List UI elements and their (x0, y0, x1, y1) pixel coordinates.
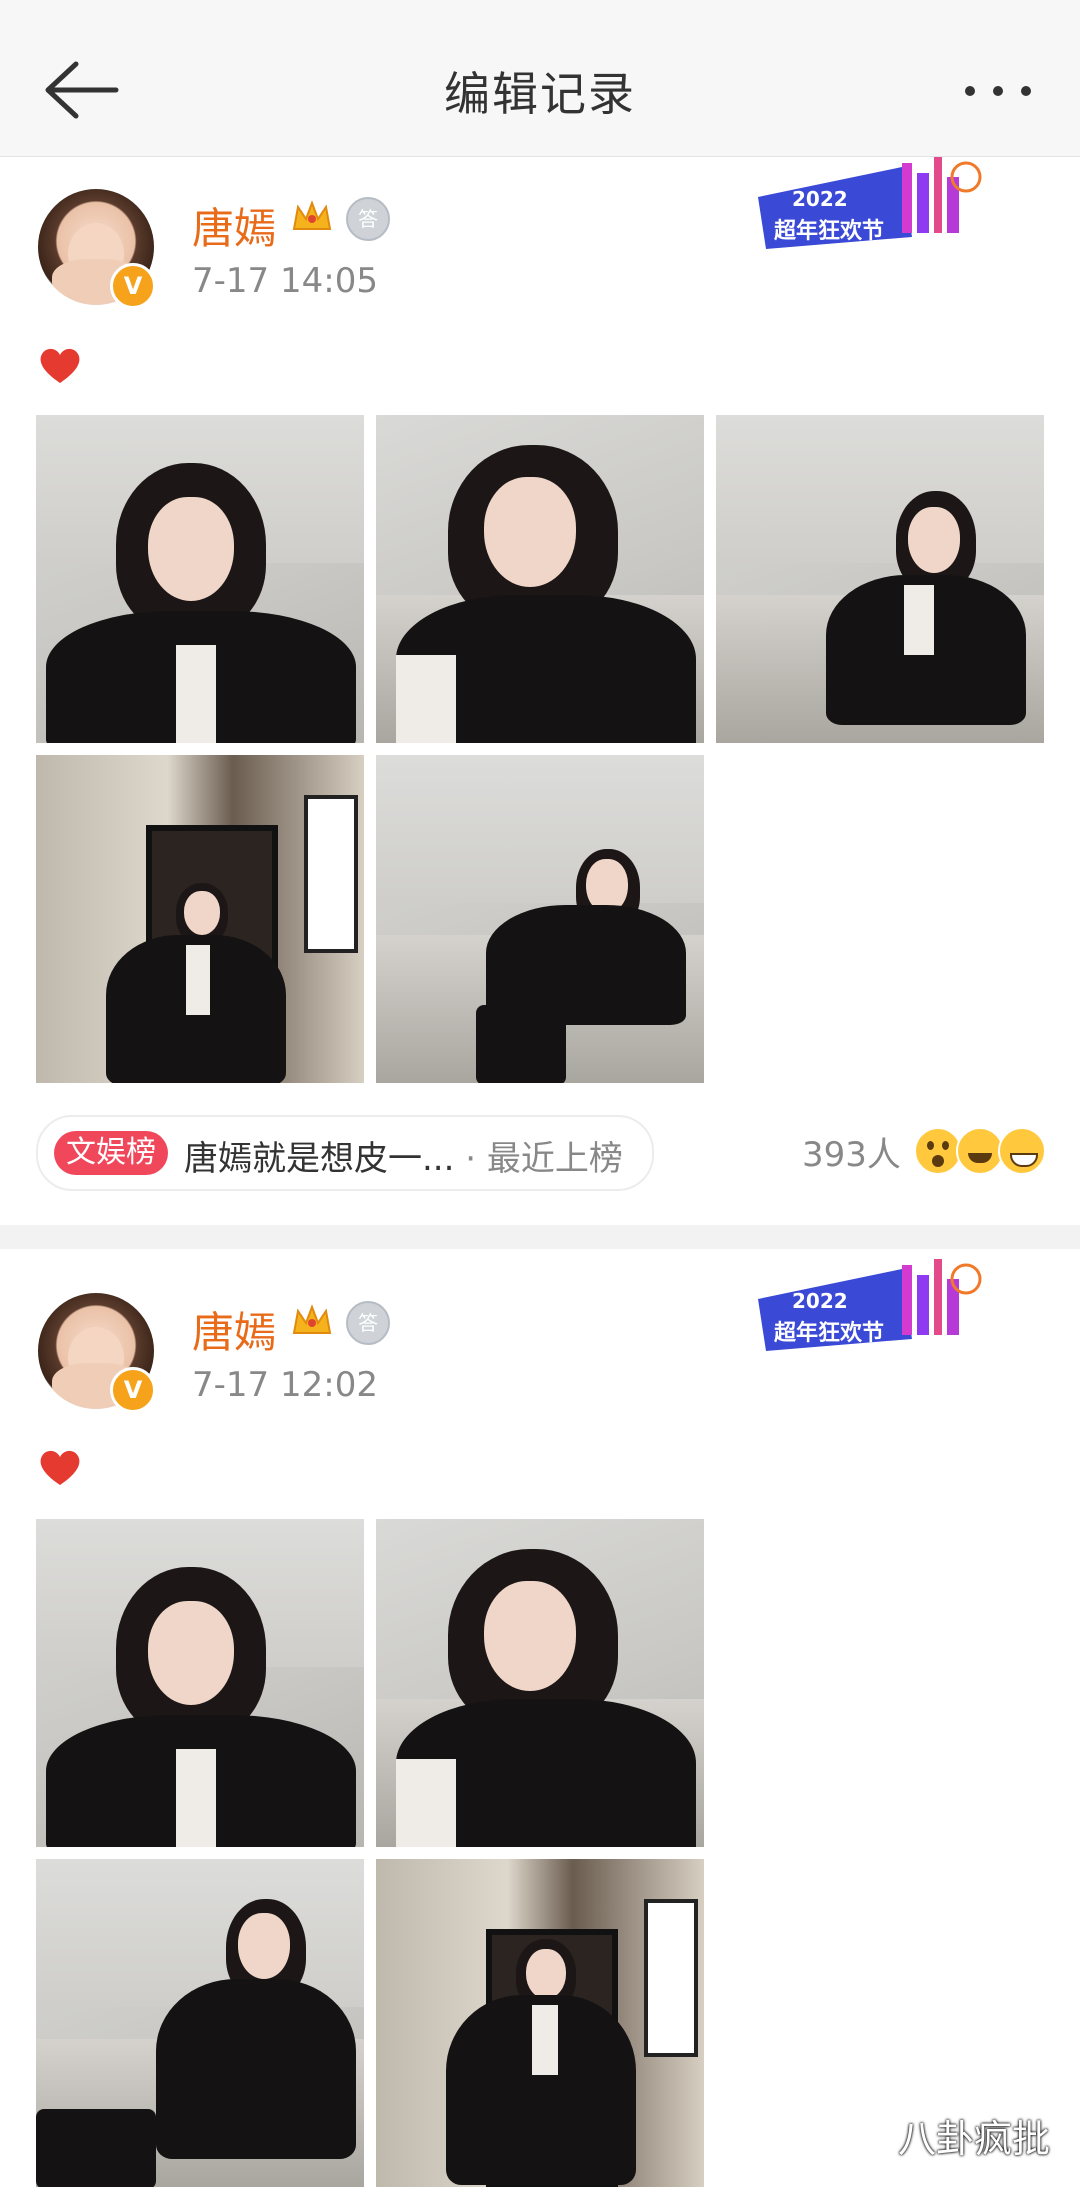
banner-text: 超年狂欢节 (774, 1321, 885, 1346)
heart-icon (38, 345, 82, 385)
grinning-emoji-icon (998, 1127, 1046, 1175)
post-time: 7-17 14:05 (192, 261, 378, 301)
post-card: V 唐嫣 答 7-17 14:05 2022 超年狂欢节 文娱榜 唐嫣就是想皮一… (0, 157, 1080, 1225)
banner-text: 超年狂欢节 (774, 219, 885, 244)
crown-icon (290, 1301, 334, 1341)
hot-list-text: 唐嫣就是想皮一... · 最近上榜 (184, 1139, 623, 1179)
hot-list-tag: 文娱榜 (54, 1131, 168, 1175)
verified-badge-icon: V (110, 1367, 156, 1413)
watermark: 八卦疯批 (897, 2117, 1050, 2161)
post-divider (0, 1225, 1080, 1249)
post-image[interactable] (36, 415, 364, 743)
status-bar (0, 0, 1080, 30)
hot-list-pill[interactable]: 文娱榜 唐嫣就是想皮一... · 最近上榜 (36, 1115, 654, 1191)
post-image[interactable] (36, 755, 364, 1083)
post-image[interactable] (376, 1859, 704, 2187)
reaction-count[interactable]: 393人 (802, 1127, 901, 1176)
post-image[interactable] (36, 1859, 364, 2187)
event-banner[interactable]: 2022 超年狂欢节 (752, 1259, 984, 1357)
more-dots-icon[interactable] (958, 66, 1038, 116)
event-banner[interactable]: 2022 超年狂欢节 (752, 157, 984, 255)
post-image[interactable] (376, 755, 704, 1083)
heart-icon (38, 1447, 82, 1487)
medal-icon: 答 (346, 197, 390, 241)
crown-icon (290, 197, 334, 237)
post-image[interactable] (716, 415, 1044, 743)
post-time: 7-17 12:02 (192, 1365, 378, 1405)
post-card: V 唐嫣 答 7-17 12:02 2022 超年狂欢节 (0, 1249, 1080, 2189)
verified-badge-icon: V (110, 263, 156, 309)
username[interactable]: 唐嫣 (192, 1299, 276, 1360)
post-image[interactable] (36, 1519, 364, 1847)
post-image[interactable] (376, 415, 704, 743)
nav-bar: 编辑记录 (0, 0, 1080, 157)
post-image[interactable] (376, 1519, 704, 1847)
surprised-emoji-icon (914, 1127, 962, 1175)
username[interactable]: 唐嫣 (192, 195, 276, 256)
page-title: 编辑记录 (444, 67, 636, 121)
banner-year: 2022 (792, 187, 848, 211)
banner-year: 2022 (792, 1289, 848, 1313)
medal-icon: 答 (346, 1301, 390, 1345)
laughing-emoji-icon (956, 1127, 1004, 1175)
